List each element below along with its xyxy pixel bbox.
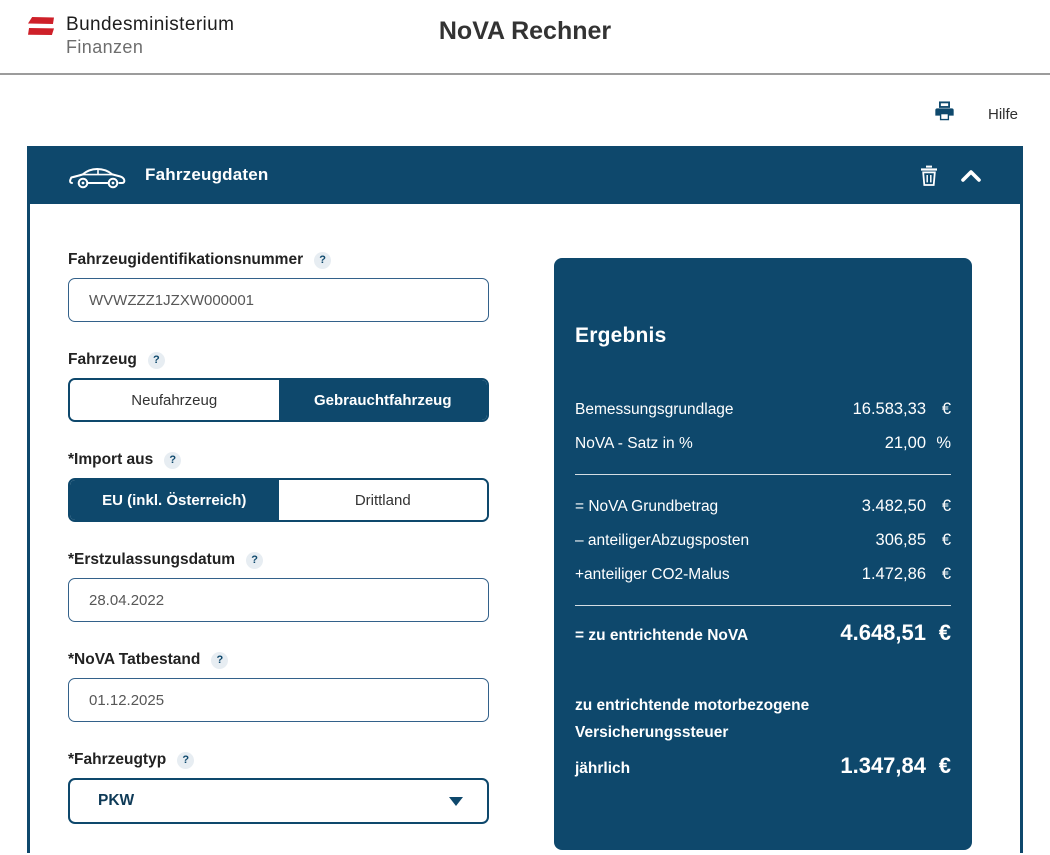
fahrzeugtyp-label: *Fahrzeugtyp xyxy=(68,751,166,769)
vehicle-card-header[interactable]: Fahrzeugdaten xyxy=(30,146,1020,204)
import-toggle: EU (inkl. Österreich) Drittland xyxy=(68,478,489,522)
result-panel: Ergebnis Bemessungsgrundlage 16.583,33 €… xyxy=(554,258,972,850)
chevron-down-icon xyxy=(449,797,463,806)
card-body: Fahrzeugidentifikationsnummer ? Fahrzeug… xyxy=(30,204,1020,853)
result-annual-insurance: jährlich 1.347,84 € xyxy=(575,753,951,779)
section-title: Fahrzeugdaten xyxy=(145,165,269,185)
austria-flag-icon xyxy=(28,17,54,36)
result-rows-calculation: = NoVA Grundbetrag 3.482,50 € – anteilig… xyxy=(575,489,951,591)
toggle-gebrauchtfahrzeug[interactable]: Gebrauchtfahrzeug xyxy=(279,380,488,420)
toggle-drittland[interactable]: Drittland xyxy=(279,480,488,520)
help-icon[interactable]: ? xyxy=(164,452,181,469)
field-erstzulassung: *Erstzulassungsdatum ? xyxy=(68,551,489,622)
collapse-button[interactable] xyxy=(960,168,982,183)
divider xyxy=(575,474,951,475)
chevron-up-icon xyxy=(960,168,982,183)
result-insurance-block: zu entrichtende motorbezogene Versicheru… xyxy=(575,692,951,779)
help-icon[interactable]: ? xyxy=(246,552,263,569)
vehicle-form: Fahrzeugidentifikationsnummer ? Fahrzeug… xyxy=(68,251,489,853)
field-import: *Import aus ? EU (inkl. Österreich) Drit… xyxy=(68,451,489,522)
result-row-satz: NoVA - Satz in % 21,00 % xyxy=(575,426,951,460)
field-fahrzeug: Fahrzeug ? Neufahrzeug Gebrauchtfahrzeug xyxy=(68,351,489,422)
result-total-nova: = zu entrichtende NoVA 4.648,51 € xyxy=(575,620,951,646)
fahrzeugtyp-value: PKW xyxy=(98,792,134,810)
field-fahrzeugtyp: *Fahrzeugtyp ? PKW xyxy=(68,751,489,824)
fin-label: Fahrzeugidentifikationsnummer xyxy=(68,251,303,269)
fahrzeug-label: Fahrzeug xyxy=(68,351,137,369)
import-label: *Import aus xyxy=(68,451,153,469)
help-icon[interactable]: ? xyxy=(314,252,331,269)
delete-button[interactable] xyxy=(920,165,938,186)
trash-icon xyxy=(920,165,938,186)
brand-name: Bundesministerium xyxy=(66,13,234,36)
fin-input[interactable] xyxy=(68,278,489,322)
printer-icon xyxy=(933,101,956,123)
result-title: Ergebnis xyxy=(575,324,951,348)
toolbar: Hilfe xyxy=(0,75,1050,125)
erstzulassung-input[interactable] xyxy=(68,578,489,622)
insurance-label-line2: Versicherungssteuer xyxy=(575,719,951,746)
help-icon[interactable]: ? xyxy=(211,652,228,669)
result-rows-basis: Bemessungsgrundlage 16.583,33 € NoVA - S… xyxy=(575,392,951,460)
fahrzeug-toggle: Neufahrzeug Gebrauchtfahrzeug xyxy=(68,378,489,422)
brand-logo[interactable]: Bundesministerium Finanzen xyxy=(28,13,234,58)
header-actions xyxy=(920,165,982,186)
divider xyxy=(575,605,951,606)
field-tatbestand: *NoVA Tatbestand ? xyxy=(68,651,489,722)
vehicle-data-card: Fahrzeugdaten Fahrzeu xyxy=(27,146,1023,853)
help-icon[interactable]: ? xyxy=(177,752,194,769)
result-row-co2-malus: +anteiliger CO2-Malus 1.472,86 € xyxy=(575,557,951,591)
result-row-abzugsposten: – anteiligerAbzugsposten 306,85 € xyxy=(575,523,951,557)
brand-department: Finanzen xyxy=(66,36,234,58)
car-icon xyxy=(68,160,128,190)
brand-text: Bundesministerium Finanzen xyxy=(66,13,234,58)
field-fin: Fahrzeugidentifikationsnummer ? xyxy=(68,251,489,322)
help-link[interactable]: Hilfe xyxy=(988,106,1018,123)
erstzulassung-label: *Erstzulassungsdatum xyxy=(68,551,235,569)
result-row-grundbetrag: = NoVA Grundbetrag 3.482,50 € xyxy=(575,489,951,523)
tatbestand-input[interactable] xyxy=(68,678,489,722)
toggle-eu[interactable]: EU (inkl. Österreich) xyxy=(70,480,279,520)
result-row-bemessungsgrundlage: Bemessungsgrundlage 16.583,33 € xyxy=(575,392,951,426)
fahrzeugtyp-select[interactable]: PKW xyxy=(68,778,489,824)
page-title: NoVA Rechner xyxy=(439,17,611,46)
tatbestand-label: *NoVA Tatbestand xyxy=(68,651,200,669)
toggle-neufahrzeug[interactable]: Neufahrzeug xyxy=(70,380,279,420)
insurance-label-line1: zu entrichtende motorbezogene xyxy=(575,692,951,719)
top-header: Bundesministerium Finanzen NoVA Rechner xyxy=(0,0,1050,75)
print-button[interactable] xyxy=(933,101,956,123)
help-icon[interactable]: ? xyxy=(148,352,165,369)
